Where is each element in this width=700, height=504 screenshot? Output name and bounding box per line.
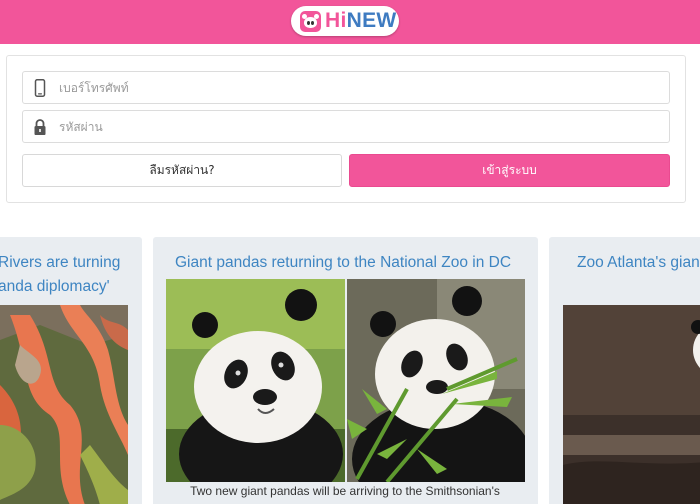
logo-text: HiNEW [325,9,397,32]
news-image-left[interactable] [166,279,345,482]
password-field[interactable] [22,110,670,143]
panda-logo-icon [300,10,321,32]
top-bar: HiNEW [0,0,700,44]
news-image[interactable] [563,305,700,504]
password-input[interactable] [59,111,659,142]
news-card[interactable]: Giant pandas returning to the National Z… [153,237,538,504]
login-button[interactable]: เข้าสู่ระบบ [349,154,670,187]
phone-input[interactable] [59,72,659,103]
news-title[interactable]: Rivers are turning anda diplomacy' [0,251,120,299]
hinew-logo[interactable]: HiNEW [291,6,399,36]
news-card[interactable]: Rivers are turning anda diplomacy' [0,237,142,504]
login-form: ลืมรหัสผ่าน? เข้าสู่ระบบ [6,55,686,203]
news-card[interactable]: Zoo Atlanta's gian la [549,237,700,504]
news-image-right[interactable] [347,279,525,482]
phone-field[interactable] [22,71,670,104]
news-caption: Two new giant pandas will be arriving to… [190,484,500,498]
lock-icon [34,119,46,135]
news-image[interactable] [0,305,128,504]
forgot-password-button[interactable]: ลืมรหัสผ่าน? [22,154,342,187]
news-title[interactable]: Zoo Atlanta's gian la [577,251,700,299]
news-title[interactable]: Giant pandas returning to the National Z… [175,251,511,275]
phone-icon [34,79,46,97]
